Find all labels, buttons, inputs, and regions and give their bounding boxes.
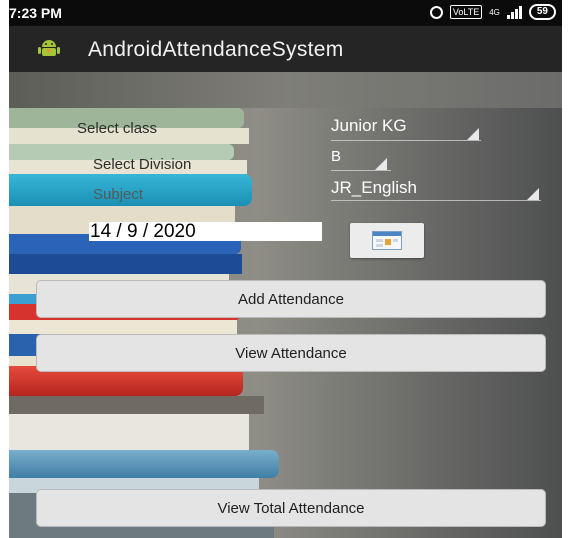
class-spinner-value: Junior KG (331, 116, 407, 135)
signal-icon (506, 5, 522, 19)
add-attendance-button[interactable]: Add Attendance (36, 280, 546, 318)
class-spinner[interactable]: Junior KG (331, 116, 481, 141)
subject-spinner[interactable]: JR_English (331, 178, 541, 201)
calendar-button[interactable] (350, 223, 424, 258)
view-attendance-button[interactable]: View Attendance (36, 334, 546, 372)
android-icon (38, 40, 60, 56)
action-bar: AndroidAttendanceSystem (9, 26, 562, 72)
app-title: AndroidAttendanceSystem (88, 38, 344, 61)
select-division-label: Select Division (93, 156, 192, 173)
calendar-icon (372, 231, 402, 250)
alarm-icon (429, 5, 443, 19)
subject-spinner-arrow-icon (527, 188, 539, 200)
volte-icon: VoLTE (449, 5, 483, 19)
status-bar: 7:23 PM VoLTE 4G 59 (9, 0, 562, 26)
select-class-label: Select class (77, 120, 158, 137)
status-time: 7:23 PM (9, 5, 62, 21)
date-field[interactable]: 14 / 9 / 2020 (89, 222, 322, 241)
class-spinner-arrow-icon (467, 128, 479, 140)
division-spinner-arrow-icon (375, 158, 387, 170)
subject-label: Subject (93, 186, 144, 203)
phone-screen: 7:23 PM VoLTE 4G 59 AndroidAttendanceSys… (9, 0, 562, 538)
division-spinner[interactable]: B (331, 148, 391, 171)
battery-icon: 59 (528, 4, 556, 20)
view-total-attendance-button[interactable]: View Total Attendance (36, 489, 546, 527)
subject-spinner-value: JR_English (331, 178, 417, 197)
network-type-label: 4G (489, 7, 500, 17)
division-spinner-value: B (331, 148, 342, 165)
status-icons: VoLTE 4G 59 (429, 4, 556, 20)
